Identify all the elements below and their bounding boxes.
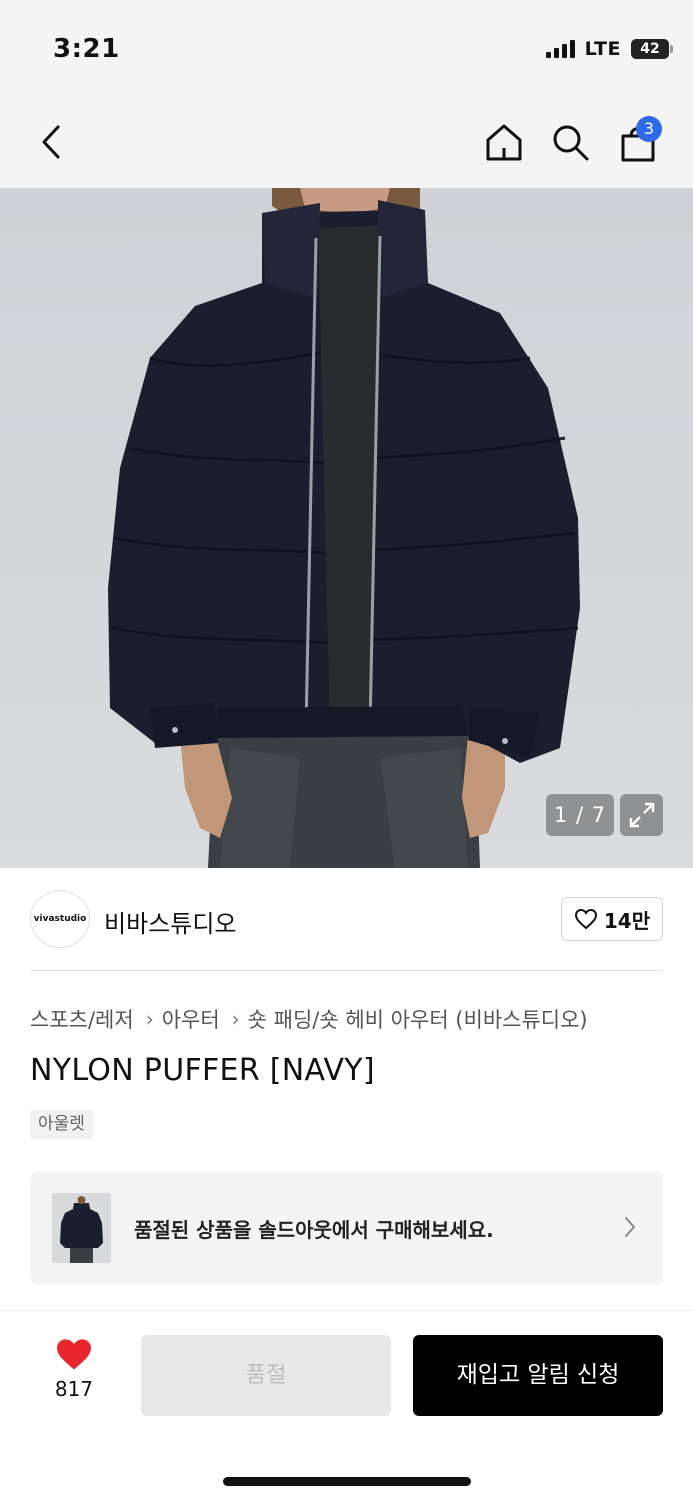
- top-nav: 3: [0, 96, 693, 188]
- breadcrumb: 스포츠/레저 › 아우터 › 숏 패딩/숏 헤비 아우터 (비바스튜디오): [30, 1004, 588, 1034]
- breadcrumb-item[interactable]: 아우터: [162, 1004, 220, 1034]
- breadcrumb-item[interactable]: 숏 패딩/숏 헤비 아우터 (비바스튜디오): [248, 1004, 588, 1034]
- home-button[interactable]: [478, 116, 530, 168]
- chevron-right-icon: ›: [231, 1007, 240, 1031]
- cart-button[interactable]: 3: [612, 116, 664, 168]
- brand-like-button[interactable]: 14만: [561, 897, 663, 941]
- home-icon: [486, 124, 522, 161]
- heart-outline-icon: [574, 908, 597, 930]
- status-indicators: LTE 42: [545, 38, 673, 60]
- wishlist-count: 817: [54, 1377, 94, 1401]
- battery-icon: 42: [631, 39, 673, 59]
- status-bar: 3:21 LTE 42: [0, 0, 693, 96]
- jacket-photo: [0, 188, 693, 868]
- status-time: 3:21: [53, 34, 120, 64]
- restock-alert-button[interactable]: 재입고 알림 신청: [413, 1335, 663, 1416]
- product-image[interactable]: [0, 188, 693, 868]
- home-indicator: [223, 1477, 471, 1486]
- product-title: NYLON PUFFER [NAVY]: [30, 1053, 375, 1088]
- network-label: LTE: [584, 38, 621, 60]
- signal-icon: [545, 40, 575, 58]
- brand-name[interactable]: 비바스튜디오: [104, 904, 236, 939]
- chevron-right-icon: [625, 1217, 635, 1237]
- brand-logo[interactable]: vivastudio: [30, 890, 90, 948]
- chevron-right-icon: ›: [145, 1007, 154, 1031]
- brand-row: vivastudio 비바스튜디오 14만: [30, 890, 663, 950]
- search-button[interactable]: [544, 116, 596, 168]
- heart-filled-icon: [57, 1339, 91, 1370]
- brand-like-count: 14만: [603, 908, 651, 933]
- search-icon: [553, 125, 589, 161]
- back-button[interactable]: [26, 116, 78, 168]
- soldout-button: 품절: [141, 1335, 391, 1416]
- divider: [30, 970, 663, 971]
- soldout-marketplace-banner[interactable]: 품절된 상품을 솔드아웃에서 구매해보세요.: [30, 1171, 663, 1285]
- expand-image-button[interactable]: [620, 794, 663, 836]
- breadcrumb-item[interactable]: 스포츠/레저: [30, 1004, 134, 1034]
- outlet-tag: 아울렛: [30, 1110, 93, 1139]
- image-counter: 1 / 7: [546, 794, 614, 836]
- banner-text: 품절된 상품을 솔드아웃에서 구매해보세요.: [134, 1218, 494, 1242]
- wishlist-button[interactable]: 817: [44, 1337, 104, 1407]
- jacket-thumbnail: [52, 1193, 111, 1263]
- cart-count-badge: 3: [636, 116, 662, 142]
- expand-icon: [629, 802, 654, 828]
- chevron-left-icon: [42, 125, 60, 159]
- bottom-action-bar: 817 품절 재입고 알림 신청: [0, 1310, 693, 1500]
- banner-thumbnail: [52, 1193, 111, 1263]
